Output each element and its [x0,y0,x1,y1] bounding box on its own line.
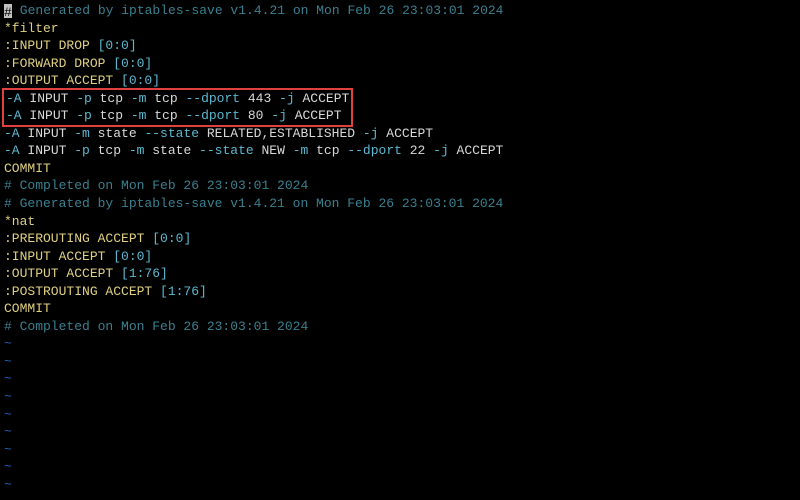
line-filter: *filter [4,20,796,38]
vim-tilde: ~ [4,353,796,371]
line-gen1: # Generated by iptables-save v1.4.21 on … [4,2,796,20]
line-forward-drop: :FORWARD DROP [0:0] [4,55,796,73]
line-nat: *nat [4,213,796,231]
line-rule-22: -A INPUT -p tcp -m state --state NEW -m … [4,142,796,160]
vim-tilde: ~ [4,370,796,388]
line-gen2: # Generated by iptables-save v1.4.21 on … [4,195,796,213]
line-input-drop: :INPUT DROP [0:0] [4,37,796,55]
cursor: # [4,4,12,18]
line-rule-443: -A INPUT -p tcp -m tcp --dport 443 -j AC… [6,90,349,108]
vim-tilde: ~ [4,406,796,424]
line-rule-80: -A INPUT -p tcp -m tcp --dport 80 -j ACC… [6,107,349,125]
vim-tilde: ~ [4,458,796,476]
line-nat-input: :INPUT ACCEPT [0:0] [4,248,796,266]
line-commit1: COMMIT [4,160,796,178]
line-prerouting: :PREROUTING ACCEPT [0:0] [4,230,796,248]
line-completed2: # Completed on Mon Feb 26 23:03:01 2024 [4,318,796,336]
highlighted-rules-box: -A INPUT -p tcp -m tcp --dport 443 -j AC… [2,88,353,127]
line-completed1: # Completed on Mon Feb 26 23:03:01 2024 [4,177,796,195]
vim-tilde: ~ [4,441,796,459]
vim-tilde: ~ [4,335,796,353]
line-nat-output: :OUTPUT ACCEPT [1:76] [4,265,796,283]
line-commit2: COMMIT [4,300,796,318]
vim-tilde: ~ [4,388,796,406]
line-rule-state: -A INPUT -m state --state RELATED,ESTABL… [4,125,796,143]
terminal-editor[interactable]: # Generated by iptables-save v1.4.21 on … [4,2,796,493]
vim-tilde: ~ [4,476,796,494]
vim-tilde: ~ [4,423,796,441]
line-postrouting: :POSTROUTING ACCEPT [1:76] [4,283,796,301]
